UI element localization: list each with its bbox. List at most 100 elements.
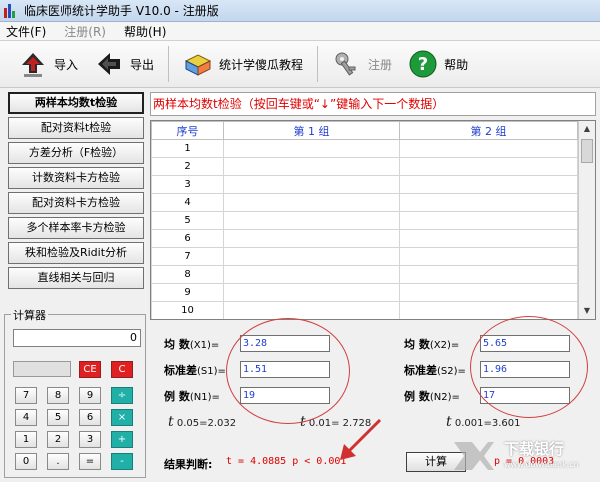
- calc-key-9[interactable]: 9: [79, 387, 101, 404]
- n2-label: 例 数(N2)=: [404, 388, 460, 404]
- key-icon: [332, 49, 362, 79]
- table-row: 4: [151, 193, 578, 212]
- input-hint: 两样本均数t检验（按回车键或“↓”键输入下一个数据）: [150, 92, 596, 116]
- title-bar: 临床医师统计学助手 V10.0 - 注册版: [0, 0, 600, 22]
- column-header-group2: 第 2 组: [399, 121, 578, 140]
- row-index: 2: [151, 157, 224, 176]
- calc-key-divide[interactable]: ÷: [111, 387, 133, 404]
- menu-bar: 文件(F) 注册(R) 帮助(H): [0, 22, 600, 40]
- group1-cell[interactable]: [223, 193, 400, 212]
- tutorial-button[interactable]: 统计学傻瓜教程: [175, 44, 311, 84]
- table-row: 3: [151, 175, 578, 194]
- row-index: 6: [151, 229, 224, 248]
- menu-file[interactable]: 文件(F): [6, 23, 46, 40]
- group2-cell[interactable]: [399, 139, 578, 158]
- data-grid[interactable]: 序号 第 1 组 第 2 组 1 2 3 4 5 6 7 8 9 10 ▲ ▼: [150, 120, 596, 320]
- method-paired-chi-square[interactable]: 配对资料卡方检验: [8, 192, 144, 214]
- export-button[interactable]: 导出: [86, 44, 162, 84]
- group1-cell[interactable]: [223, 265, 400, 284]
- calc-key-0[interactable]: 0: [15, 453, 37, 470]
- calc-key-6[interactable]: 6: [79, 409, 101, 426]
- mean2-label-text: 均 数: [404, 338, 430, 351]
- method-two-sample-t-test[interactable]: 两样本均数t检验: [8, 92, 144, 114]
- sd2-label-sub: (S2)=: [437, 366, 466, 377]
- table-row: 6: [151, 229, 578, 248]
- group2-cell[interactable]: [399, 247, 578, 266]
- sd2-label: 标准差(S2)=: [404, 362, 466, 378]
- calc-key-3[interactable]: 3: [79, 431, 101, 448]
- n1-label: 例 数(N1)=: [164, 388, 220, 404]
- method-chi-square[interactable]: 计数资料卡方检验: [8, 167, 144, 189]
- group2-cell[interactable]: [399, 229, 578, 248]
- group1-cell[interactable]: [223, 175, 400, 194]
- mean1-label-sub: (X1)=: [189, 340, 220, 351]
- group1-cell[interactable]: [223, 301, 400, 319]
- tutorial-label: 统计学傻瓜教程: [219, 57, 304, 72]
- calculator-display[interactable]: 0: [13, 329, 141, 347]
- n1-label-sub: (N1)=: [189, 392, 220, 403]
- calc-key-dot[interactable]: .: [47, 453, 69, 470]
- group2-cell[interactable]: [399, 283, 578, 302]
- t-critical-005-value: 0.05=2.032: [176, 418, 237, 429]
- table-row: 9: [151, 283, 578, 302]
- menu-help[interactable]: 帮助(H): [124, 23, 166, 40]
- calc-key-7[interactable]: 7: [15, 387, 37, 404]
- group2-cell[interactable]: [399, 193, 578, 212]
- grid-scrollbar[interactable]: ▲ ▼: [578, 121, 595, 319]
- n2-label-sub: (N2)=: [429, 392, 460, 403]
- group2-cell[interactable]: [399, 211, 578, 230]
- t-critical-005: t 0.05=2.032: [168, 414, 236, 430]
- method-paired-t-test[interactable]: 配对资料t检验: [8, 117, 144, 139]
- scroll-up-icon[interactable]: ▲: [579, 121, 595, 137]
- group2-cell[interactable]: [399, 301, 578, 319]
- method-linear-regression[interactable]: 直线相关与回归: [8, 267, 144, 289]
- calc-key-5[interactable]: 5: [47, 409, 69, 426]
- calc-key-c[interactable]: C: [111, 361, 133, 378]
- group1-cell[interactable]: [223, 283, 400, 302]
- result-label: 结果判断:: [164, 458, 213, 471]
- calculator-panel: 计算器 0 CE C 7 8 9 ÷ 4 5 6 × 1 2 3 + 0 . =…: [4, 307, 146, 478]
- annotation-circle-group1: [226, 318, 350, 424]
- sd1-label-sub: (S1)=: [197, 366, 226, 377]
- watermark-brand: 下载银行: [504, 440, 565, 458]
- calc-key-ce[interactable]: CE: [79, 361, 101, 378]
- group1-cell[interactable]: [223, 229, 400, 248]
- export-arrow-icon: [94, 49, 124, 79]
- calc-key-minus[interactable]: -: [111, 453, 133, 470]
- group1-cell[interactable]: [223, 139, 400, 158]
- table-row: 1: [151, 139, 578, 158]
- group1-cell[interactable]: [223, 157, 400, 176]
- register-button[interactable]: 注册: [324, 44, 400, 84]
- calc-key-multiply[interactable]: ×: [111, 409, 133, 426]
- scroll-down-icon[interactable]: ▼: [579, 303, 595, 319]
- table-row: 8: [151, 265, 578, 284]
- method-rank-sum-ridit[interactable]: 秩和检验及Ridit分析: [8, 242, 144, 264]
- calc-key-4[interactable]: 4: [15, 409, 37, 426]
- toolbar-separator: [317, 46, 319, 82]
- calc-key-8[interactable]: 8: [47, 387, 69, 404]
- n1-label-text: 例 数: [164, 390, 190, 403]
- menu-register[interactable]: 注册(R): [64, 23, 106, 40]
- help-label: 帮助: [444, 57, 469, 72]
- sd1-label: 标准差(S1)=: [164, 362, 226, 378]
- row-index: 1: [151, 139, 224, 158]
- method-anova[interactable]: 方差分析（F检验）: [8, 142, 144, 164]
- mean1-label: 均 数(X1)=: [164, 336, 219, 352]
- group1-cell[interactable]: [223, 211, 400, 230]
- method-multi-rate-chi-square[interactable]: 多个样本率卡方检验: [8, 217, 144, 239]
- calc-key-1[interactable]: 1: [15, 431, 37, 448]
- row-index: 3: [151, 175, 224, 194]
- calc-key-2[interactable]: 2: [47, 431, 69, 448]
- group2-cell[interactable]: [399, 157, 578, 176]
- group2-cell[interactable]: [399, 175, 578, 194]
- import-button[interactable]: 导入: [10, 44, 86, 84]
- group2-cell[interactable]: [399, 265, 578, 284]
- scrollbar-thumb[interactable]: [581, 139, 593, 163]
- calc-key-plus[interactable]: +: [111, 431, 133, 448]
- group1-cell[interactable]: [223, 247, 400, 266]
- calc-key-equals[interactable]: =: [79, 453, 101, 470]
- column-header-group1: 第 1 组: [223, 121, 400, 140]
- n2-label-text: 例 数: [404, 390, 430, 403]
- help-button[interactable]: ? 帮助: [400, 44, 476, 84]
- result-text: t = 4.0885 p < 0.001: [226, 456, 347, 467]
